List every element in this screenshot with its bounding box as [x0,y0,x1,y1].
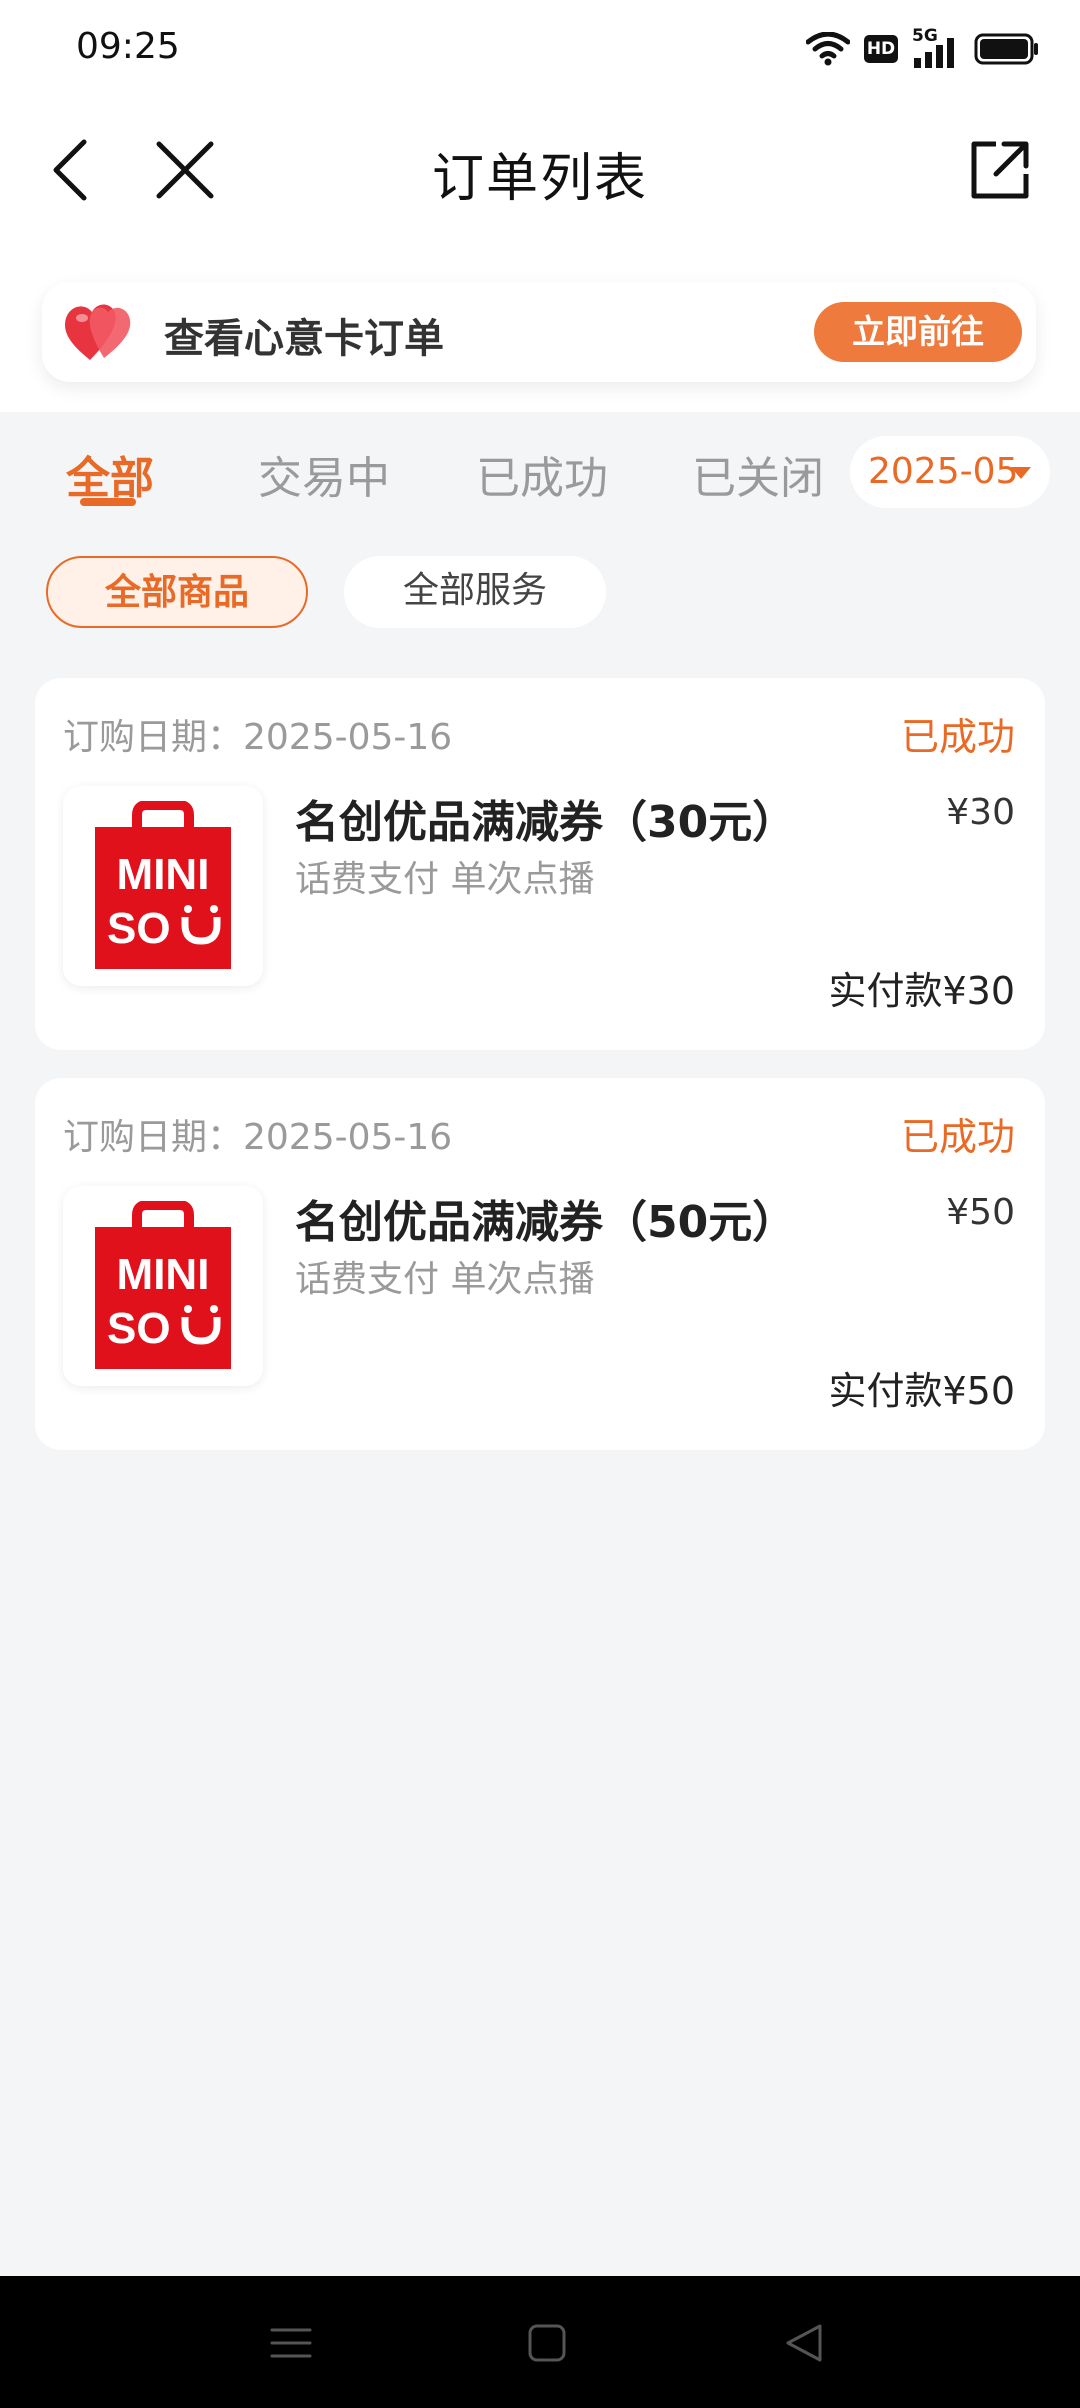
share-button[interactable] [960,130,1040,210]
order-status: 已成功 [900,715,1015,759]
product-title: 名创优品满减券（30元） [295,797,797,848]
product-subtitle: 话费支付 单次点播 [295,859,595,900]
back-triangle-icon[interactable] [780,2318,830,2368]
tab-trading[interactable]: 交易中 [258,442,390,506]
share-external-icon [971,141,1029,199]
heart-icon [65,304,131,360]
gift-card-banner[interactable]: 查看心意卡订单 立即前往 [42,282,1036,382]
logo-text-line2: SO [107,904,171,953]
product-price: ¥50 [946,1192,1015,1233]
menu-icon[interactable] [266,2318,316,2368]
hd-icon: HD [864,35,898,63]
paid-amount: 实付款¥50 [828,1369,1015,1413]
order-tabs: 全部 交易中 已成功 已关闭 2025-05 [0,412,1080,528]
header-bar: 订单列表 [0,110,1080,230]
status-bar: 09:25 HD 5G [0,0,1080,100]
product-logo: MINI SO [63,786,263,986]
tab-success[interactable]: 已成功 [476,442,608,506]
wifi-icon [806,32,850,66]
date-filter[interactable]: 2025-05 [850,436,1050,508]
chip-all-products[interactable]: 全部商品 [46,556,308,628]
caret-down-icon [1011,467,1031,479]
page-title: 订单列表 [431,149,648,209]
tab-all[interactable]: 全部 [66,442,154,506]
product-subtitle: 话费支付 单次点播 [295,1259,595,1300]
product-price: ¥30 [946,792,1015,833]
date-filter-value: 2025-05 [868,451,1019,492]
signal-5g-icon: 5G [912,26,960,68]
logo-text-line2: SO [107,1304,171,1353]
order-status: 已成功 [900,1115,1015,1159]
tab-closed[interactable]: 已关闭 [692,442,824,506]
order-date: 订购日期：2025-05-16 [63,717,453,758]
go-now-button[interactable]: 立即前往 [814,302,1022,362]
status-icons: HD 5G [806,24,1040,74]
order-card[interactable]: 订购日期：2025-05-16 已成功 MINI SO 名创优品满减券（50元）… [35,1078,1045,1450]
logo-text-line1: MINI [117,850,210,899]
chip-all-services[interactable]: 全部服务 [344,556,606,628]
gift-card-text: 查看心意卡订单 [164,316,444,362]
product-logo: MINI SO [63,1186,263,1386]
battery-icon [974,33,1038,65]
order-card[interactable]: 订购日期：2025-05-16 已成功 MINI SO 名创优品满减券（30元）… [35,678,1045,1050]
tab-active-indicator [80,498,136,506]
order-date: 订购日期：2025-05-16 [63,1117,453,1158]
system-nav-bar [0,2276,1080,2408]
miniso-logo-icon: MINI SO [95,801,231,969]
product-title: 名创优品满减券（50元） [295,1197,797,1248]
status-time: 09:25 [76,26,180,67]
paid-amount: 实付款¥30 [828,969,1015,1013]
category-chips: 全部商品 全部服务 [0,556,1080,632]
home-icon[interactable] [522,2318,572,2368]
miniso-logo-icon: MINI SO [95,1201,231,1369]
logo-text-line1: MINI [117,1250,210,1299]
